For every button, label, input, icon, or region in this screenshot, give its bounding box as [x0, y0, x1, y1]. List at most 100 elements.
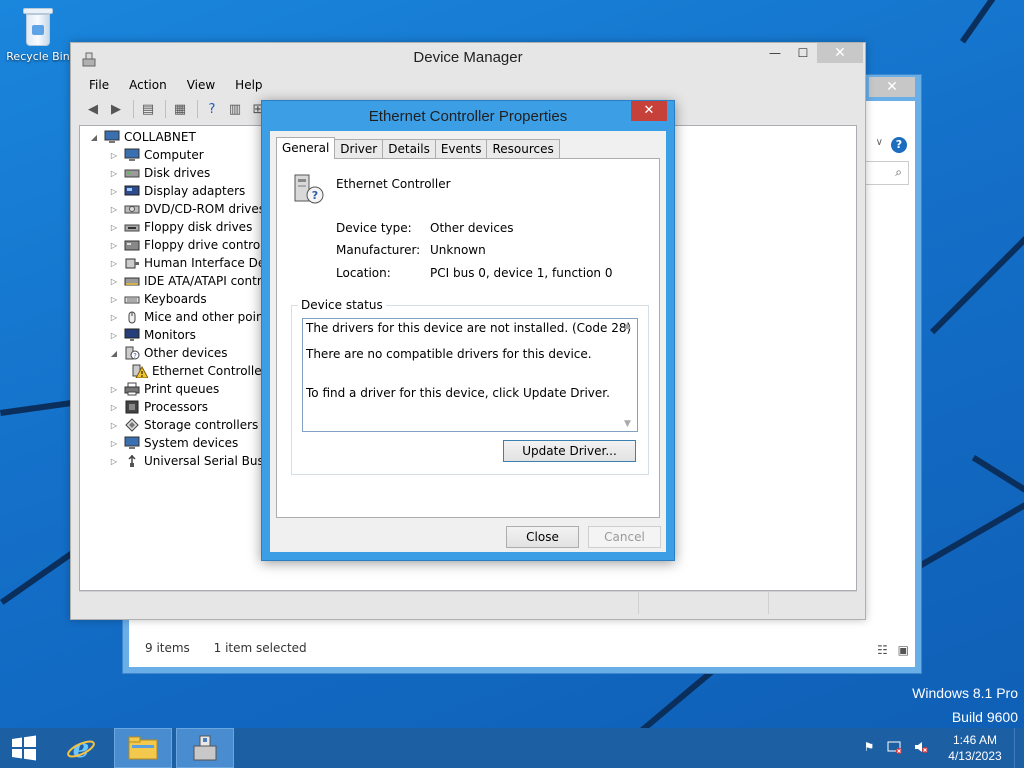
expand-arrow-icon[interactable]: ▷ [108, 457, 120, 466]
help-icon[interactable]: ? [891, 137, 907, 153]
tree-item-system-devices[interactable]: ▷ System devices [88, 434, 282, 452]
unknown-device-icon: ? [124, 346, 140, 360]
network-disconnected-icon[interactable] [884, 740, 906, 756]
expand-arrow-icon[interactable]: ▷ [108, 277, 120, 286]
update-driver-button[interactable]: Update Driver... [503, 440, 636, 462]
maximize-button[interactable]: ☐ [789, 43, 817, 63]
properties-icon[interactable]: ▦ [170, 100, 190, 118]
tree-item-floppy-drive-controller[interactable]: ▷ Floppy drive controller [88, 236, 282, 254]
tree-item-other-devices[interactable]: ◢? Other devices [88, 344, 282, 362]
collapse-arrow-icon[interactable]: ◢ [88, 133, 100, 142]
properties-dialog[interactable]: Ethernet Controller Properties ✕ General… [261, 100, 675, 561]
expand-arrow-icon[interactable]: ▷ [108, 187, 120, 196]
tree-item-computer[interactable]: ▷ Computer [88, 146, 282, 164]
help-icon[interactable]: ? [202, 100, 222, 118]
tree-item-ethernet-controller[interactable]: Ethernet Controller [88, 362, 282, 380]
show-hide-console-tree-icon[interactable]: ▤ [138, 100, 158, 118]
file-explorer-button[interactable] [114, 728, 172, 768]
close-dialog-button[interactable]: Close [506, 526, 579, 548]
ide-controller-icon [124, 274, 140, 288]
tab-driver[interactable]: Driver [334, 139, 384, 159]
tree-item-storage-controllers[interactable]: ▷ Storage controllers [88, 416, 282, 434]
recycle-bin-shortcut[interactable]: Recycle Bin [6, 6, 70, 63]
tab-strip: General Driver Details Events Resources [276, 137, 560, 159]
start-button[interactable] [0, 728, 48, 768]
device-manager-titlebar[interactable]: Device Manager — ☐ ✕ [71, 43, 865, 73]
svg-text:?: ? [133, 352, 137, 360]
tree-root[interactable]: ◢ COLLABNET [88, 128, 282, 146]
windows-build-text: Build 9600 [951, 709, 1018, 725]
expand-arrow-icon[interactable]: ▷ [108, 241, 120, 250]
tree-item-floppy-disk-drives[interactable]: ▷ Floppy disk drives [88, 218, 282, 236]
search-input[interactable]: ⌕ [863, 161, 909, 185]
expand-arrow-icon[interactable]: ▷ [108, 205, 120, 214]
view-toggle[interactable]: ☷ ▣ [877, 643, 909, 657]
dialog-title: Ethernet Controller Properties [368, 108, 568, 125]
warning-device-icon [132, 364, 148, 378]
tree-item-monitors[interactable]: ▷ Monitors [88, 326, 282, 344]
tree-item-keyboards[interactable]: ▷ Keyboards [88, 290, 282, 308]
expand-arrow-icon[interactable]: ▷ [108, 169, 120, 178]
tab-events[interactable]: Events [434, 139, 488, 159]
explorer-close-button[interactable]: ✕ [869, 77, 915, 97]
expand-arrow-icon[interactable]: ▷ [108, 295, 120, 304]
expand-arrow-icon[interactable]: ▷ [108, 259, 120, 268]
storage-controller-icon [124, 418, 140, 432]
close-button[interactable]: ✕ [817, 43, 863, 63]
system-tray: ⚑ 1:46 AM 4/13/2023 [858, 728, 1024, 768]
dialog-close-button[interactable]: ✕ [631, 101, 667, 121]
tree-item-ide-ata-atapi-contro[interactable]: ▷ IDE ATA/ATAPI contro [88, 272, 282, 290]
back-icon[interactable]: ◀ [83, 100, 103, 118]
tree-item-label: Other devices [144, 346, 228, 360]
large-icons-view-icon[interactable]: ▣ [898, 643, 909, 657]
show-action-pane-icon[interactable]: ▥ [225, 100, 245, 118]
device-manager-icon [193, 735, 217, 761]
menu-help[interactable]: Help [225, 75, 272, 95]
tree-item-print-queues[interactable]: ▷ Print queues [88, 380, 282, 398]
tree-item-label: Print queues [144, 382, 220, 396]
device-status-textbox[interactable]: The drivers for this device are not inst… [302, 318, 638, 432]
internet-explorer-button[interactable]: e [52, 728, 110, 768]
tree-item-label: Processors [144, 400, 209, 414]
expand-arrow-icon[interactable]: ▷ [108, 223, 120, 232]
menu-file[interactable]: File [79, 75, 119, 95]
forward-icon[interactable]: ▶ [106, 100, 126, 118]
status-scrollbar[interactable]: ▲ ▼ [621, 319, 637, 431]
minimize-button[interactable]: — [761, 43, 789, 63]
scroll-down-icon[interactable]: ▼ [624, 419, 631, 429]
expand-arrow-icon[interactable]: ▷ [108, 421, 120, 430]
tree-item-dvd-cd-rom-drives[interactable]: ▷ DVD/CD-ROM drives [88, 200, 282, 218]
collapse-arrow-icon[interactable]: ◢ [108, 349, 120, 358]
internet-explorer-icon: e [67, 734, 95, 764]
tree-item-human-interface-devic[interactable]: ▷ Human Interface Devic [88, 254, 282, 272]
device-manager-taskbar-button[interactable] [176, 728, 234, 768]
action-center-flag-icon[interactable]: ⚑ [858, 740, 880, 756]
toolbar-separator [165, 100, 166, 118]
scroll-up-icon[interactable]: ▲ [624, 321, 631, 331]
expand-arrow-icon[interactable]: ▷ [108, 439, 120, 448]
tab-resources[interactable]: Resources [486, 139, 560, 159]
show-desktop-button[interactable] [1014, 728, 1024, 768]
expand-arrow-icon[interactable]: ▷ [108, 151, 120, 160]
tab-general[interactable]: General [276, 137, 336, 159]
taskbar: e ⚑ 1:46 AM 4/13/2023 [0, 728, 1024, 768]
printer-icon [124, 382, 140, 396]
menu-action[interactable]: Action [119, 75, 177, 95]
details-view-icon[interactable]: ☷ [877, 643, 888, 657]
expand-arrow-icon[interactable]: ▷ [108, 331, 120, 340]
expand-arrow-icon[interactable]: ▷ [108, 313, 120, 322]
tab-details[interactable]: Details [382, 139, 436, 159]
tree-item-disk-drives[interactable]: ▷ Disk drives [88, 164, 282, 182]
menu-view[interactable]: View [177, 75, 225, 95]
speaker-muted-icon[interactable] [910, 740, 932, 756]
status-line: There are no compatible drivers for this… [306, 347, 592, 361]
tree-item-mice-and-other-pointin[interactable]: ▷ Mice and other pointin [88, 308, 282, 326]
tree-item-label: Keyboards [144, 292, 207, 306]
tree-item-universal-serial-bus-co[interactable]: ▷ Universal Serial Bus co [88, 452, 282, 470]
ribbon-expand-icon[interactable]: ∨ [876, 137, 883, 148]
expand-arrow-icon[interactable]: ▷ [108, 385, 120, 394]
expand-arrow-icon[interactable]: ▷ [108, 403, 120, 412]
tree-item-processors[interactable]: ▷ Processors [88, 398, 282, 416]
clock[interactable]: 1:46 AM 4/13/2023 [936, 732, 1014, 764]
tree-item-display-adapters[interactable]: ▷ Display adapters [88, 182, 282, 200]
